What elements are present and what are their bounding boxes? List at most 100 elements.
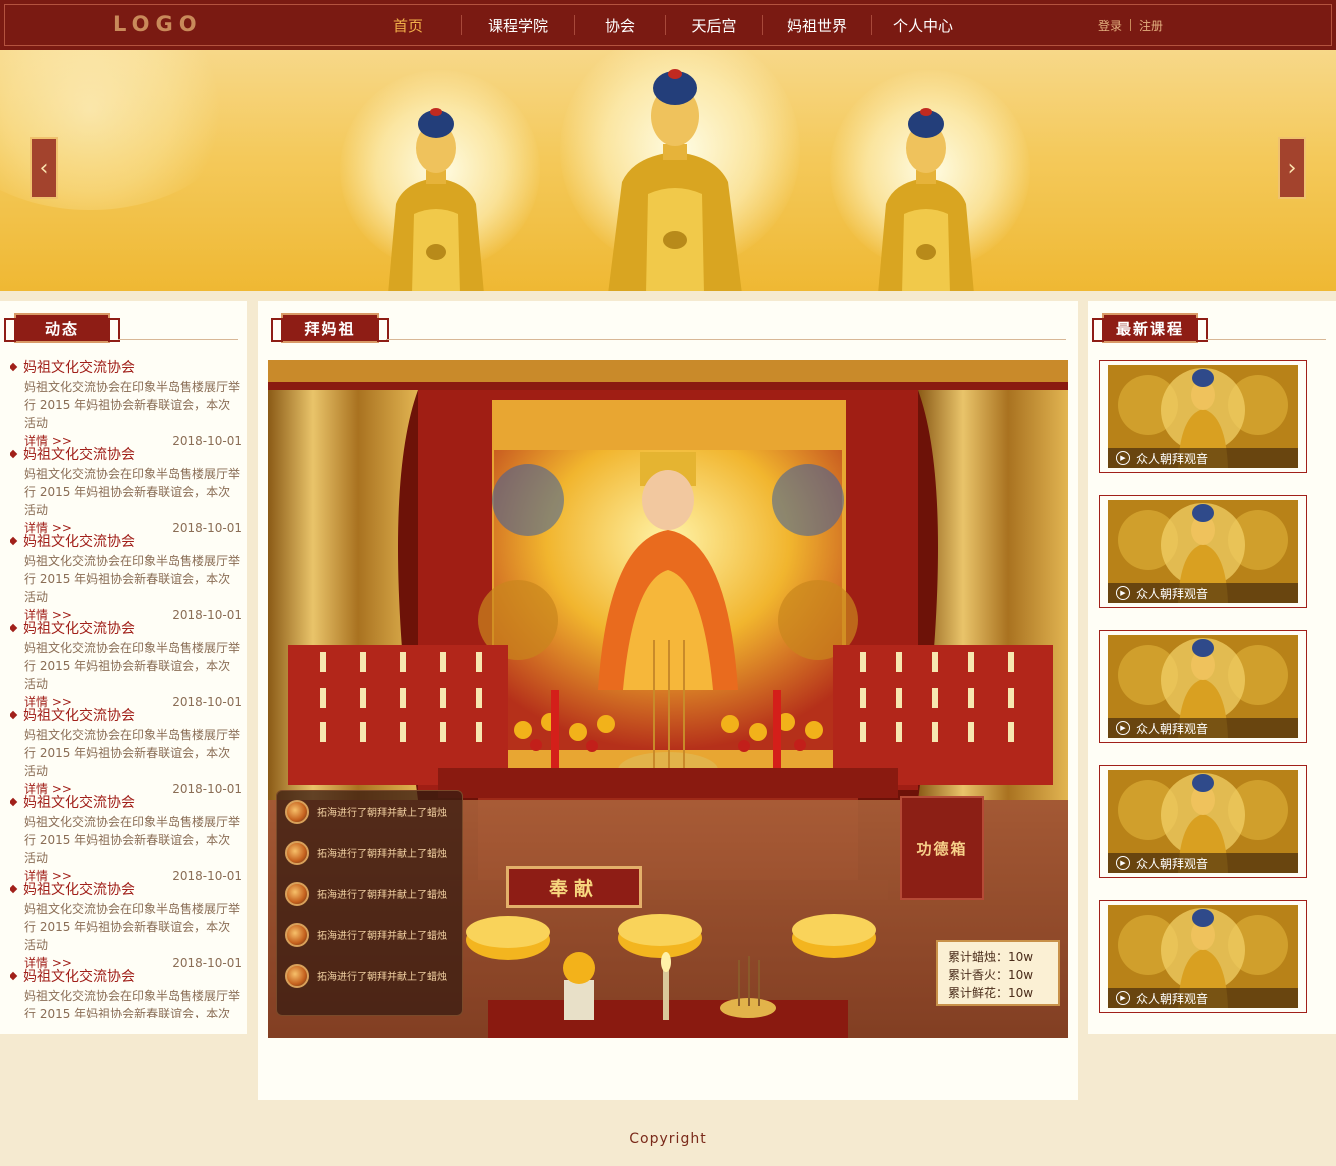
site-logo[interactable]: LOGO <box>113 12 203 36</box>
news-date: 2018-10-01 <box>172 521 242 535</box>
nav-course-academy[interactable]: 课程学院 <box>462 0 574 50</box>
bullet-diamond-icon <box>10 710 18 720</box>
news-summary-text: 妈祖文化交流协会在印象半岛售楼展厅举行 2015 年妈祖协会新春联谊会，本次活动 <box>24 467 241 517</box>
bullet-diamond-icon <box>10 536 18 546</box>
news-item: 妈祖文化交流协会 妈祖文化交流协会在印象半岛售楼展厅举行 2015 年妈祖协会新春… <box>10 617 242 709</box>
play-icon[interactable]: ▶ <box>1116 586 1130 600</box>
news-summary-text: 妈祖文化交流协会在印象半岛售楼展厅举行 2015 年妈祖协会新春联谊会，本次活动 <box>24 815 241 865</box>
news-date: 2018-10-01 <box>172 782 242 796</box>
stat-candles: 累计蜡烛：10w <box>948 950 1034 964</box>
news-title-text: 妈祖文化交流协会 <box>23 708 135 724</box>
news-list: 妈祖文化交流协会 妈祖文化交流协会在印象半岛售楼展厅举行 2015 年妈祖协会新春… <box>10 356 242 1018</box>
merit-box[interactable]: 功德箱 <box>900 796 984 900</box>
news-title-text: 妈祖文化交流协会 <box>23 795 135 811</box>
log-text: 拓海进行了朝拜并献上了蜡烛 <box>317 931 447 942</box>
bullet-diamond-icon <box>10 971 18 981</box>
course-thumbnail: ▶ 众人朝拜观音 <box>1108 635 1298 738</box>
course-title: 众人朝拜观音 <box>1136 856 1209 871</box>
courses-section-title: 最新课程 <box>1092 313 1208 343</box>
log-entry: 拓海进行了朝拜并献上了蜡烛 <box>277 955 462 996</box>
course-card[interactable]: ▶ 众人朝拜观音 <box>1099 495 1307 608</box>
news-title-text: 妈祖文化交流协会 <box>23 534 135 550</box>
news-date: 2018-10-01 <box>172 608 242 622</box>
login-link[interactable]: 登录 <box>1098 17 1122 34</box>
offering-stats: 累计蜡烛：10w 累计香火：10w 累计鲜花：10w <box>936 940 1060 1006</box>
news-summary-text: 妈祖文化交流协会在印象半岛售楼展厅举行 2015 年妈祖协会新春联谊会，本次活动 <box>24 554 241 604</box>
user-avatar-icon <box>285 963 309 988</box>
course-card[interactable]: ▶ 众人朝拜观音 <box>1099 630 1307 743</box>
log-text: 拓海进行了朝拜并献上了蜡烛 <box>317 890 447 901</box>
course-card[interactable]: ▶ 众人朝拜观音 <box>1099 900 1307 1013</box>
news-title-text: 妈祖文化交流协会 <box>23 447 135 463</box>
nav-mazu-world[interactable]: 妈祖世界 <box>763 0 871 50</box>
news-date: 2018-10-01 <box>172 695 242 709</box>
auth-links: 登录 注册 <box>1098 17 1163 34</box>
bullet-diamond-icon <box>10 797 18 807</box>
course-card[interactable]: ▶ 众人朝拜观音 <box>1099 360 1307 473</box>
log-text: 拓海进行了朝拜并献上了蜡烛 <box>317 972 447 983</box>
course-caption: ▶ 众人朝拜观音 <box>1108 583 1298 603</box>
user-avatar-icon <box>285 881 309 906</box>
news-date: 2018-10-01 <box>172 956 242 970</box>
news-date: 2018-10-01 <box>172 434 242 448</box>
play-icon[interactable]: ▶ <box>1116 451 1130 465</box>
news-summary: 妈祖文化交流协会在印象半岛售楼展厅举行 2015 年妈祖协会新春联谊会，本次活动… <box>10 639 242 711</box>
news-title-text: 妈祖文化交流协会 <box>23 969 135 985</box>
news-summary: 妈祖文化交流协会在印象半岛售楼展厅举行 2015 年妈祖协会新春联谊会，本次活动… <box>10 552 242 624</box>
news-summary-text: 妈祖文化交流协会在印象半岛售楼展厅举行 2015 年妈祖协会新春联谊会，本次活动 <box>24 380 241 430</box>
course-caption: ▶ 众人朝拜观音 <box>1108 988 1298 1008</box>
news-summary: 妈祖文化交流协会在印象半岛售楼展厅举行 2015 年妈祖协会新春联谊会，本次活动… <box>10 378 242 450</box>
register-link[interactable]: 注册 <box>1139 17 1163 34</box>
nav-tianhou-temple[interactable]: 天后宫 <box>666 0 762 50</box>
course-title: 众人朝拜观音 <box>1136 991 1209 1006</box>
log-text: 拓海进行了朝拜并献上了蜡烛 <box>317 808 447 819</box>
course-card[interactable]: ▶ 众人朝拜观音 <box>1099 765 1307 878</box>
course-thumbnail: ▶ 众人朝拜观音 <box>1108 905 1298 1008</box>
course-caption: ▶ 众人朝拜观音 <box>1108 718 1298 738</box>
worship-activity-log: 拓海进行了朝拜并献上了蜡烛 拓海进行了朝拜并献上了蜡烛 拓海进行了朝拜并献上了蜡烛拓… <box>276 790 463 1016</box>
play-icon[interactable]: ▶ <box>1116 721 1130 735</box>
title-underline <box>386 339 1066 340</box>
top-header: LOGO 首页 课程学院 协会 天后宫 妈祖世界 个人中心 登录 注册 <box>0 0 1336 50</box>
news-item: 妈祖文化交流协会妈祖文化交流协会在印象半岛售楼展厅举行 2015 年妈祖协会新春… <box>10 530 242 622</box>
nav-personal-center[interactable]: 个人中心 <box>872 0 974 50</box>
nav-home[interactable]: 首页 <box>355 0 461 50</box>
news-item: 妈祖文化交流协会妈祖文化交流协会在印象半岛售楼展厅举行 2015 年妈祖协会新春… <box>10 704 242 796</box>
news-summary-text: 妈祖文化交流协会在印象半岛售楼展厅举行 2015 年妈祖协会新春联谊会，本次活动 <box>24 989 241 1018</box>
news-summary: 妈祖文化交流协会在印象半岛售楼展厅举行 2015 年妈祖协会新春联谊会，本次活动… <box>10 726 242 798</box>
news-summary: 妈祖文化交流协会在印象半岛售楼展厅举行 2015 年妈祖协会新春联谊会，本次活动… <box>10 900 242 972</box>
stat-flowers: 累计鲜花：10w <box>948 986 1034 1000</box>
play-icon[interactable]: ▶ <box>1116 856 1130 870</box>
title-underline <box>1206 339 1326 340</box>
log-entry: 拓海进行了朝拜并献上了蜡烛 <box>277 873 462 914</box>
course-title: 众人朝拜观音 <box>1136 451 1209 466</box>
course-caption: ▶ 众人朝拜观音 <box>1108 853 1298 873</box>
bullet-diamond-icon <box>10 362 18 372</box>
banner-prev-button[interactable]: ‹ <box>30 137 58 199</box>
buddha-statue-center <box>608 69 742 291</box>
play-icon[interactable]: ▶ <box>1116 991 1130 1005</box>
course-thumbnail: ▶ 众人朝拜观音 <box>1108 770 1298 873</box>
user-avatar-icon <box>285 799 309 824</box>
offer-button[interactable]: 奉献 <box>506 866 642 908</box>
news-summary: 妈祖文化交流协会在印象半岛售楼展厅举行 2015 年妈祖协会新春联谊会，本次活动… <box>10 987 242 1018</box>
buddha-statue-left <box>388 108 484 291</box>
log-entry: 拓海进行了朝拜并献上了蜡烛 <box>277 791 462 832</box>
news-title-text: 妈祖文化交流协会 <box>23 360 135 376</box>
news-item: 妈祖文化交流协会妈祖文化交流协会在印象半岛售楼展厅举行 2015 年妈祖协会新春… <box>10 356 242 448</box>
news-summary-text: 妈祖文化交流协会在印象半岛售楼展厅举行 2015 年妈祖协会新春联谊会，本次活动 <box>24 902 241 952</box>
user-avatar-icon <box>285 840 309 865</box>
log-entry: 拓海进行了朝拜并献上了蜡烛 <box>277 914 462 955</box>
news-summary: 妈祖文化交流协会在印象半岛售楼展厅举行 2015 年妈祖协会新春联谊会，本次活动… <box>10 465 242 537</box>
course-title: 众人朝拜观音 <box>1136 721 1209 736</box>
news-item: 妈祖文化交流协会妈祖文化交流协会在印象半岛售楼展厅举行 2015 年妈祖协会新春… <box>10 443 242 535</box>
chevron-left-icon: ‹ <box>39 155 49 181</box>
main-nav: 首页 课程学院 协会 天后宫 妈祖世界 个人中心 <box>355 0 974 50</box>
copyright-text: Copyright <box>629 1131 707 1147</box>
bullet-diamond-icon <box>10 449 18 459</box>
news-title-text: 妈祖文化交流协会 <box>23 882 135 898</box>
nav-association[interactable]: 协会 <box>575 0 665 50</box>
log-entry: 拓海进行了朝拜并献上了蜡烛 <box>277 832 462 873</box>
news-title-link[interactable]: 妈祖文化交流协会 <box>10 356 242 378</box>
banner-next-button[interactable]: › <box>1278 137 1306 199</box>
